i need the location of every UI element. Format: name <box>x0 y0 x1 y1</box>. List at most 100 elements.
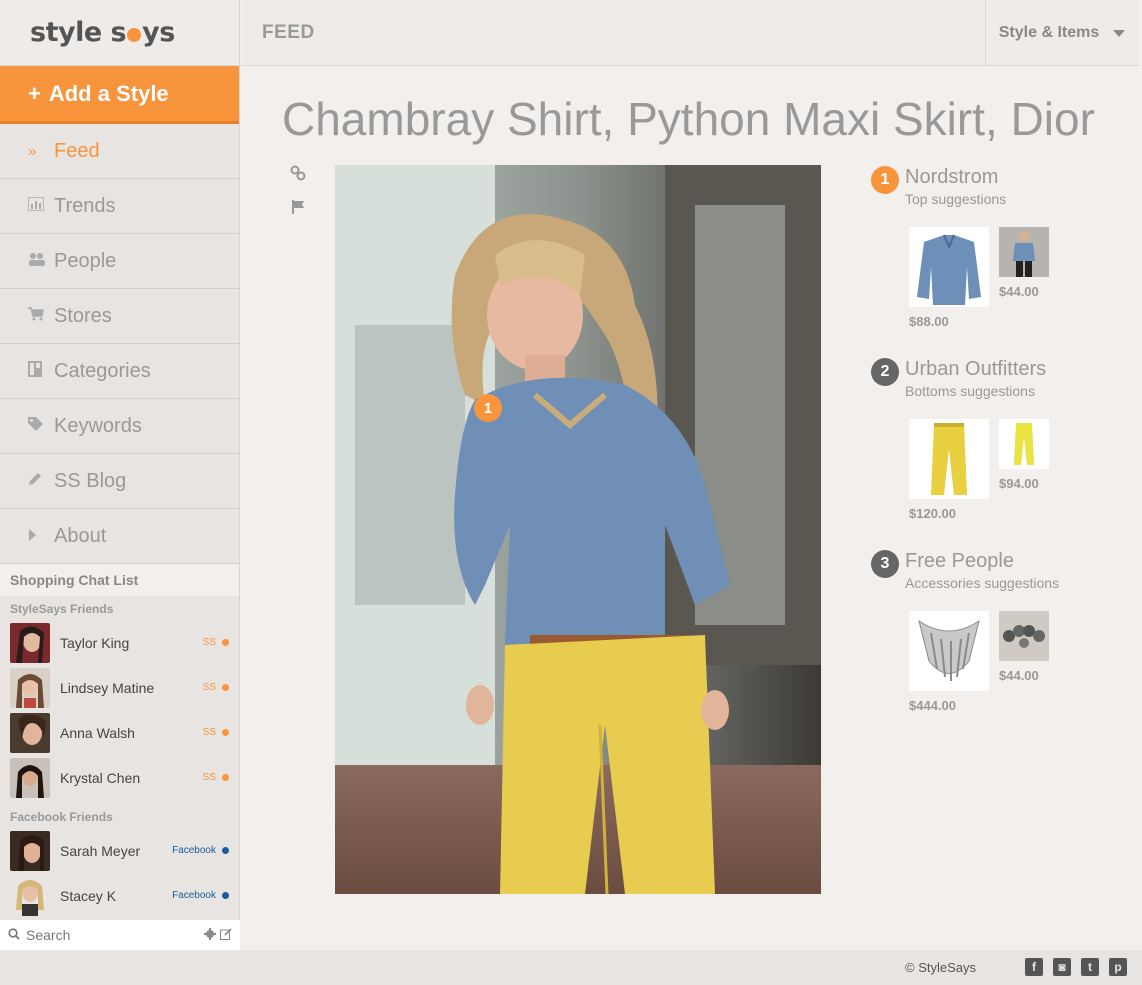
bar-chart-icon <box>27 196 54 215</box>
online-dot-icon <box>222 729 229 736</box>
status-badge: Facebook <box>172 890 229 901</box>
chat-name: Lindsey Matine <box>60 679 155 696</box>
chat-row-krystal-chen[interactable]: Krystal Chen SS <box>0 755 239 800</box>
product-thumbnail[interactable] <box>909 227 989 307</box>
product-price: $444.00 <box>909 698 956 713</box>
product-thumbnail[interactable] <box>909 611 989 691</box>
logo[interactable]: style s ys <box>30 17 175 48</box>
product-price: $44.00 <box>999 284 1039 299</box>
chat-name: Anna Walsh <box>60 724 135 741</box>
chat-name: Sarah Meyer <box>60 842 141 859</box>
gear-icon[interactable] <box>204 927 216 943</box>
avatar <box>10 830 50 871</box>
pencil-icon <box>28 472 54 490</box>
sidebar-item-stores[interactable]: Stores <box>0 289 239 344</box>
store-subtitle: Bottoms suggestions <box>905 383 1035 399</box>
avatar <box>10 875 50 916</box>
grid-icon <box>28 361 54 381</box>
chat-name: Krystal Chen <box>60 769 141 786</box>
store-number-badge: 1 <box>871 166 899 194</box>
search-icon <box>8 927 20 943</box>
top-header: FEED Style & Items <box>241 0 1138 66</box>
chat-row-stacey-k[interactable]: Stacey K Facebook <box>0 873 239 918</box>
store-name[interactable]: Free People <box>905 550 1014 573</box>
online-dot-icon <box>222 774 229 781</box>
online-dot-icon <box>222 892 229 899</box>
flag-icon[interactable] <box>290 199 306 215</box>
avatar <box>10 622 50 663</box>
copyright-text: © StyleSays <box>905 960 976 975</box>
store-name[interactable]: Urban Outfitters <box>905 358 1046 381</box>
logo-bar: style s ys <box>0 0 239 66</box>
store-subtitle: Top suggestions <box>905 191 1007 207</box>
sidebar-item-keywords[interactable]: Keywords <box>0 399 239 454</box>
chat-row-anna-walsh[interactable]: Anna Walsh SS <box>0 710 239 755</box>
status-badge: SS <box>203 682 229 693</box>
chat-search-bar[interactable]: Search <box>0 920 240 950</box>
store-suggestion-free-people: 3 Free People Accessories suggestions $4… <box>871 550 1121 720</box>
status-badge: SS <box>203 637 229 648</box>
chat-row-lindsey-matine[interactable]: Lindsey Matine SS <box>0 665 239 710</box>
sidebar-item-categories[interactable]: Categories <box>0 344 239 399</box>
people-icon <box>28 252 54 270</box>
avatar <box>10 757 50 798</box>
chat-group-facebook: Facebook Friends <box>10 810 113 824</box>
sidebar-item-label: Stores <box>54 304 112 327</box>
sidebar-item-about[interactable]: About <box>0 509 239 564</box>
sidebar-item-feed[interactable]: » Feed <box>0 124 239 179</box>
sidebar: style s ys + Add a Style » Feed Trends Pe… <box>0 0 240 950</box>
sidebar-item-people[interactable]: People <box>0 234 239 289</box>
sidebar-item-blog[interactable]: SS Blog <box>0 454 239 509</box>
product-thumbnail[interactable] <box>999 227 1049 277</box>
add-style-button[interactable]: + Add a Style <box>0 66 239 124</box>
sidebar-item-label: People <box>54 249 117 272</box>
sidebar-item-label: Feed <box>54 139 100 162</box>
status-badge: Facebook <box>172 845 229 856</box>
compose-icon[interactable] <box>220 927 232 943</box>
chat-name: Taylor King <box>60 634 130 651</box>
product-thumbnail[interactable] <box>999 611 1049 661</box>
online-dot-icon <box>222 684 229 691</box>
sidebar-item-trends[interactable]: Trends <box>0 179 239 234</box>
photo-tag-pin[interactable]: 1 <box>474 394 502 422</box>
sidebar-item-label: Keywords <box>54 414 142 437</box>
online-dot-icon <box>222 847 229 854</box>
pinterest-icon[interactable]: p <box>1109 958 1127 976</box>
status-badge: SS <box>203 727 229 738</box>
store-number-badge: 2 <box>871 358 899 386</box>
add-style-label: Add a Style <box>48 80 169 106</box>
avatar <box>10 667 50 708</box>
store-suggestion-nordstrom: 1 Nordstrom Top suggestions $44.00 $88.0… <box>871 166 1121 336</box>
chat-group-stylesays: StyleSays Friends <box>10 602 114 616</box>
online-dot-icon <box>222 639 229 646</box>
chevron-double-right-icon: » <box>28 142 37 160</box>
sidebar-item-label: Trends <box>54 194 116 217</box>
avatar <box>10 712 50 753</box>
product-price: $94.00 <box>999 476 1039 491</box>
store-suggestion-urban-outfitters: 2 Urban Outfitters Bottoms suggestions $… <box>871 358 1121 528</box>
status-badge: SS <box>203 772 229 783</box>
page-title: FEED <box>262 22 315 43</box>
logo-dot-icon <box>127 28 142 42</box>
facebook-icon[interactable]: f <box>1025 958 1043 976</box>
store-name[interactable]: Nordstrom <box>905 166 998 189</box>
chat-name: Stacey K <box>60 887 117 904</box>
twitter-icon[interactable]: t <box>1081 958 1099 976</box>
product-thumbnail[interactable] <box>999 419 1049 469</box>
style-photo[interactable] <box>335 165 821 894</box>
style-items-dropdown[interactable]: Style & Items <box>985 0 1138 66</box>
plus-icon: + <box>28 80 41 106</box>
post-title: Chambray Shirt, Python Maxi Skirt, Dior <box>282 93 1095 145</box>
sidebar-item-label: Categories <box>54 359 151 382</box>
instagram-icon[interactable]: ◙ <box>1053 958 1071 976</box>
sidebar-item-label: SS Blog <box>54 469 127 492</box>
product-thumbnail[interactable] <box>909 419 989 499</box>
store-subtitle: Accessories suggestions <box>905 575 1060 591</box>
cart-icon <box>28 307 54 325</box>
chat-row-taylor-king[interactable]: Taylor King SS <box>0 620 239 665</box>
product-price: $120.00 <box>909 506 956 521</box>
link-icon[interactable] <box>290 165 306 181</box>
search-input[interactable]: Search <box>26 927 204 943</box>
footer: © StyleSays f ◙ t p <box>0 950 1142 985</box>
chat-row-sarah-meyer[interactable]: Sarah Meyer Facebook <box>0 828 239 873</box>
